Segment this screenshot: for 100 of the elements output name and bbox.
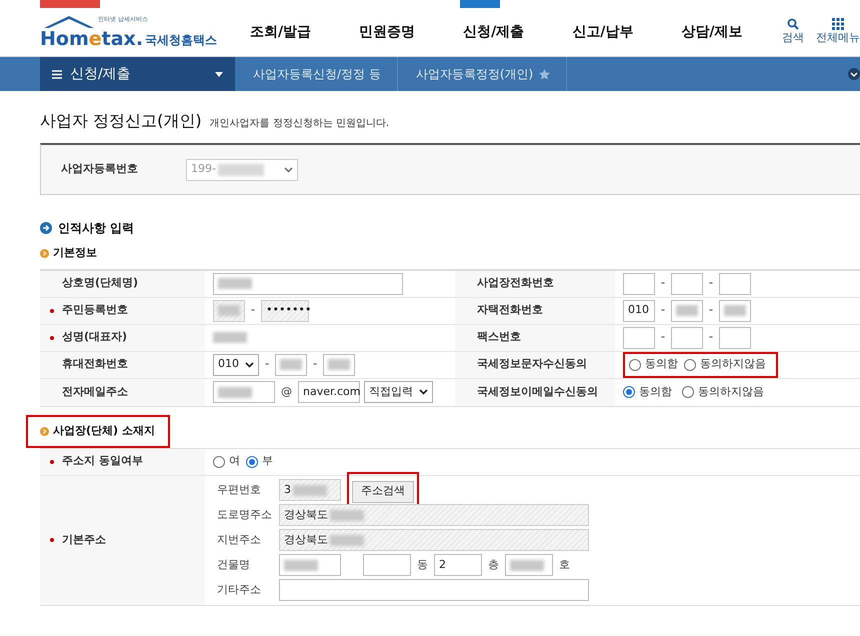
- logo-wordmark: Hometax.: [40, 28, 144, 50]
- separator-text: 호: [558, 556, 571, 573]
- field-label: 우편번호: [217, 482, 262, 498]
- select-value: 010: [218, 356, 239, 372]
- radio-option[interactable]: 부: [246, 453, 273, 470]
- field-label: 전자메일주소: [62, 384, 128, 400]
- section-subtitle: 사업장(단체) 소재지: [53, 422, 155, 439]
- input-value: 3: [284, 482, 291, 498]
- chevron-down-circle-icon[interactable]: [848, 68, 860, 80]
- input-value: 2: [439, 556, 446, 573]
- input-field[interactable]: [718, 272, 751, 294]
- radio-button[interactable]: [246, 456, 258, 468]
- input-field[interactable]: [718, 326, 751, 348]
- input-value: 경상북도: [284, 506, 328, 523]
- grid-icon: [832, 18, 844, 30]
- radio-option[interactable]: 동의함: [623, 384, 672, 400]
- separator-text: -: [660, 275, 666, 292]
- field-label: 주민등록번호: [62, 302, 128, 318]
- section-subtitle: 기본정보: [53, 245, 97, 261]
- select-field[interactable]: 010: [213, 354, 259, 376]
- separator-text: -: [250, 302, 256, 318]
- radio-option[interactable]: 여: [213, 453, 240, 470]
- radio-option[interactable]: 동의하지않음: [682, 384, 764, 400]
- search-icon: [787, 18, 799, 30]
- field-label: 팩스번호: [477, 329, 521, 346]
- input-field[interactable]: 경상북도: [279, 529, 589, 551]
- input-field[interactable]: [670, 300, 703, 322]
- input-field[interactable]: 경상북도: [279, 504, 589, 526]
- input-field[interactable]: [274, 354, 307, 376]
- input-field[interactable]: [279, 554, 341, 576]
- field-label: 국세정보이메일수신동의: [477, 384, 598, 400]
- field-label: 자택전화번호: [477, 302, 543, 318]
- breadcrumb-link[interactable]: 사업자등록신청/정정 등: [235, 57, 398, 91]
- field-label: 국세정보문자수신동의: [477, 356, 587, 372]
- nav-menu-item[interactable]: 상담/제보: [681, 22, 742, 42]
- separator-text: 층: [487, 556, 500, 573]
- input-field[interactable]: [505, 554, 553, 576]
- input-field[interactable]: [718, 300, 751, 322]
- field-label: 기타주소: [217, 582, 262, 598]
- input-value: •••••••: [266, 302, 312, 318]
- separator-text: -: [708, 329, 714, 346]
- field-label: 기본주소: [62, 532, 106, 548]
- nav-menu-item[interactable]: 조회/발급: [250, 22, 312, 42]
- input-field[interactable]: [623, 326, 655, 348]
- input-field[interactable]: [670, 272, 703, 294]
- input-field[interactable]: 3: [279, 479, 341, 501]
- select-field[interactable]: 직접입력: [364, 381, 433, 403]
- breadcrumb-link[interactable]: 사업자등록정정(개인): [398, 57, 568, 91]
- separator-text: -: [264, 356, 270, 372]
- logo-korean-name: 국세청홈택스: [145, 32, 218, 49]
- input-field[interactable]: 2: [434, 554, 482, 576]
- field-label: 지번주소: [217, 532, 262, 548]
- separator-text: -: [708, 275, 714, 292]
- search-button[interactable]: 검색: [782, 18, 804, 46]
- input-field[interactable]: naver.com: [298, 381, 360, 403]
- radio-label: 동의함: [639, 384, 672, 400]
- input-field[interactable]: 010: [623, 300, 655, 322]
- star-icon[interactable]: [539, 68, 550, 80]
- separator-text: -: [660, 302, 666, 318]
- radio-button[interactable]: [623, 386, 635, 398]
- radio-option[interactable]: 동의함: [629, 356, 678, 373]
- radio-button[interactable]: [213, 456, 225, 468]
- field-label: 도로명주소: [217, 506, 273, 523]
- input-field[interactable]: [213, 381, 275, 403]
- separator-text: -: [708, 302, 714, 318]
- chevron-down-icon: [245, 362, 254, 368]
- field-label: 상호명(단체명): [62, 275, 138, 292]
- address-search-button[interactable]: 주소검색: [352, 480, 414, 503]
- radio-label: 여: [229, 453, 240, 470]
- top-tab[interactable]: [40, 0, 100, 8]
- separator-text: 동: [416, 556, 429, 573]
- radio-button[interactable]: [684, 358, 696, 370]
- input-field[interactable]: [213, 300, 245, 322]
- field-label: 사업장전화번호: [477, 275, 554, 292]
- nav-menu-item[interactable]: 민원증명: [359, 22, 416, 42]
- radio-option[interactable]: 동의하지않음: [684, 356, 766, 373]
- separator-text: @: [280, 384, 293, 400]
- radio-label: 부: [262, 453, 273, 470]
- nav-menu-item[interactable]: 신고/납부: [572, 22, 634, 42]
- field-label: 건물명: [217, 556, 251, 573]
- radio-button[interactable]: [682, 386, 694, 398]
- input-field[interactable]: [363, 554, 411, 576]
- bullet-icon: [40, 248, 49, 258]
- input-field[interactable]: •••••••: [260, 300, 309, 322]
- input-field[interactable]: [279, 579, 589, 601]
- field-label: 사업자등록번호: [61, 161, 139, 178]
- section-title: 인적사항 입력: [58, 220, 134, 237]
- page-subtitle: 개인사업자를 정정신청하는 민원입니다.: [210, 117, 390, 131]
- arrow-circle-icon: [40, 222, 52, 234]
- all-menu-button[interactable]: 전체메뉴: [816, 18, 860, 46]
- input-field[interactable]: [670, 326, 703, 348]
- input-field[interactable]: [213, 272, 403, 294]
- menu-dropdown[interactable]: 신청/제출: [40, 57, 235, 91]
- top-button[interactable]: [460, 0, 500, 8]
- input-field[interactable]: [623, 272, 655, 294]
- input-value: naver.com: [303, 384, 360, 400]
- select-value: 직접입력: [369, 384, 413, 400]
- input-field[interactable]: [322, 354, 355, 376]
- nav-menu-item[interactable]: 신청/제출: [463, 22, 524, 42]
- radio-button[interactable]: [629, 358, 641, 370]
